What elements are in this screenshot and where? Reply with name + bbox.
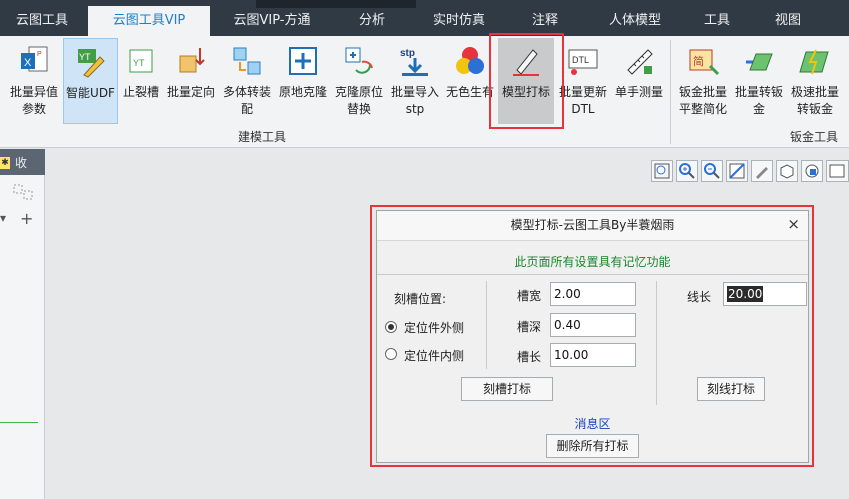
view-manager-button[interactable] [826,160,849,182]
slot-depth-label: 槽深 [517,320,542,334]
tab-annotation[interactable]: 注释 [514,8,576,36]
measure-icon [627,49,653,75]
tab-tools[interactable]: 工具 [690,8,744,36]
saved-views-icon [805,164,819,178]
group-label-sheetmetal: 钣金工具 [790,130,839,144]
dialog-title: 模型打标-云图工具By半蓑烟雨 [377,211,808,241]
slot-length-label: 槽长 [517,350,542,364]
relief-slot-button[interactable]: YT 止裂槽 [120,38,162,124]
batch-param-button[interactable]: X P 批量异值 参数 [8,38,60,124]
batch-orient-button[interactable]: 批量定向 [164,38,218,124]
zoom-in-button[interactable] [676,160,698,182]
highlight-box-model-mark [489,33,564,129]
slot-depth-input[interactable]: 0.40 [550,313,636,337]
section-separator-right [656,281,657,405]
fast-convert-icon [799,49,829,75]
message-area: 消息区 [574,417,611,431]
slot-position-label: 刻槽位置: [394,292,447,306]
line-length-value: 20.00 [727,286,764,302]
group-label-modeling: 建模工具 [238,130,287,144]
udf-icon: YT [77,49,105,78]
svg-text:YT: YT [79,52,91,62]
zoom-out-button[interactable] [701,160,723,182]
measure-button[interactable]: 单手测量 [612,38,666,124]
saved-views-button[interactable] [801,160,823,182]
fast-convert-button[interactable]: 极速批量 转钣金 [788,38,842,124]
slot-mark-button[interactable]: 刻槽打标 [461,377,553,401]
multibody-assembly-button[interactable]: 多体转装 配 [220,38,274,124]
view-orient-icon [729,163,745,179]
color-circles-icon [456,47,484,74]
title-strip [256,0,416,8]
delete-all-marks-button[interactable]: 删除所有打标 [546,434,639,458]
radio-outside-label[interactable]: 定位件外侧 [404,319,464,336]
display-style-button[interactable] [776,160,798,182]
clone-replace-button[interactable]: 克隆原位 替换 [332,38,386,124]
batch-orient-icon [179,48,205,73]
relief-slot-icon: YT [129,49,153,73]
update-dtl-icon: DTL [568,49,598,75]
slot-length-input[interactable]: 10.00 [550,343,636,367]
zoom-fit-button[interactable] [651,160,673,182]
zoom-out-icon [704,163,720,179]
ribbon-panel: X P 批量异值 参数 YT 智能UDF YT 止裂槽 批量定向 多体转装 配 … [0,36,849,148]
sheetmetal-simplify-icon: 简 [689,49,720,76]
line-length-input[interactable]: 20.00 [723,282,807,306]
slot-width-input[interactable]: 2.00 [550,282,636,306]
tab-yuntu-tools[interactable]: 云图工具 [0,8,84,36]
import-stp-button[interactable]: stp 批量导入 stp [388,38,442,124]
left-panel-header: ✱ 收 [0,149,45,175]
sheetmetal-simplify-button[interactable]: 简 钣金批量 平整简化 [674,38,732,124]
view-orient-button[interactable] [726,160,748,182]
left-panel: ✱ 收 ▾ + [0,149,45,499]
clone-replace-icon [345,47,373,74]
tree-filter-icon[interactable] [12,183,36,205]
slot-width-label: 槽宽 [517,289,542,303]
import-stp-icon: stp [400,48,428,76]
clone-in-place-icon [289,47,317,75]
left-panel-header-text: 收 [15,156,28,170]
radio-inside[interactable] [385,348,397,360]
star-icon[interactable]: ✱ [0,157,10,169]
view-manager-icon [829,164,845,178]
tab-realtime-simulation[interactable]: 实时仿真 [418,8,500,36]
svg-text:stp: stp [400,48,415,59]
svg-text:P: P [37,51,42,58]
svg-text:X: X [24,57,32,69]
model-mark-dialog: 模型打标-云图工具By半蓑烟雨 × 此页面所有设置具有记忆功能 刻槽位置: 定位… [376,210,809,463]
tab-view[interactable]: 视图 [756,8,820,36]
svg-text:YT: YT [133,58,145,68]
brush-icon [756,167,768,179]
excel-params-icon: X P [21,46,48,72]
add-icon[interactable]: + [20,209,33,228]
memory-notice: 此页面所有设置具有记忆功能 [514,255,671,269]
left-panel-green-line [0,422,38,423]
repaint-button[interactable] [751,160,773,182]
update-dtl-button[interactable]: DTL 批量更新 DTL [556,38,610,124]
line-mark-button[interactable]: 刻线打标 [697,377,765,401]
convert-sheetmetal-icon [746,53,773,71]
tab-human-model[interactable]: 人体模型 [592,8,678,36]
smart-udf-button[interactable]: YT 智能UDF [63,38,118,124]
radio-outside[interactable] [385,321,397,333]
ribbon-tab-bar: 云图工具 云图工具VIP 云图VIP-方通 分析 实时仿真 注释 人体模型 工具… [0,0,849,36]
section-separator-left [486,281,487,369]
convert-sheetmetal-button[interactable]: 批量转钣 金 [732,38,786,124]
chevron-down-icon[interactable]: ▾ [0,211,6,225]
line-length-label: 线长 [687,290,712,304]
multibody-assembly-icon [233,47,261,75]
dialog-divider [377,274,808,275]
svg-text:简: 简 [693,54,704,68]
tab-yuntu-vip-fangtong[interactable]: 云图VIP-方通 [214,8,330,36]
close-icon[interactable]: × [787,215,800,233]
ribbon-group-separator [670,40,671,144]
zoom-fit-icon [654,163,670,179]
radio-inside-label[interactable]: 定位件内侧 [404,347,464,364]
tab-analysis[interactable]: 分析 [340,8,404,36]
svg-text:DTL: DTL [572,55,589,65]
zoom-in-icon [679,163,695,179]
cube-icon [780,164,794,179]
clone-in-place-button[interactable]: 原地克隆 [276,38,330,124]
tab-yuntu-vip[interactable]: 云图工具VIP [88,6,210,36]
